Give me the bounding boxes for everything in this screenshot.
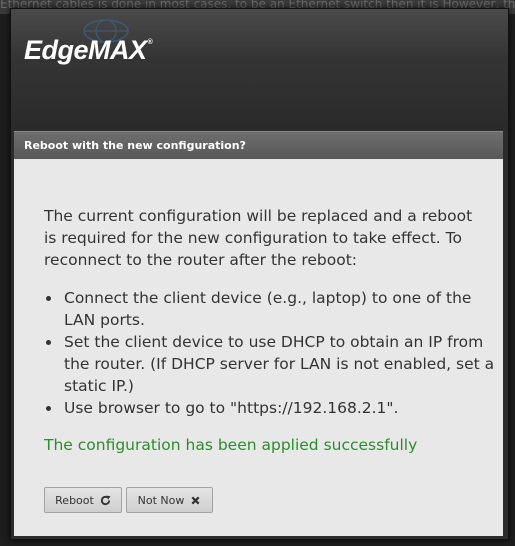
not-now-button[interactable]: Not Now: [126, 487, 213, 513]
list-item: Use browser to go to "https://192.168.2.…: [46, 397, 504, 419]
list-item: Connect the client device (e.g., laptop)…: [46, 287, 504, 331]
edgemax-logo: EdgeMAX®: [24, 35, 153, 66]
reboot-button[interactable]: Reboot: [44, 487, 122, 513]
dialog-message: The current configuration will be replac…: [44, 207, 473, 269]
modal-window: EdgeMAX® Reboot with the new configurati…: [10, 8, 509, 540]
refresh-icon: [100, 494, 111, 505]
modal-header: EdgeMAX®: [11, 9, 508, 130]
reboot-button-label: Reboot: [55, 493, 94, 507]
logo-registered-mark: ®: [147, 39, 153, 46]
dialog-body: The current configuration will be replac…: [14, 159, 503, 536]
reconnect-steps-list: Connect the client device (e.g., laptop)…: [44, 287, 504, 419]
success-status-text: The configuration has been applied succe…: [44, 436, 418, 454]
dialog-title-bar: Reboot with the new configuration?: [14, 131, 503, 159]
close-icon: [191, 496, 200, 504]
logo-text: EdgeMAX: [24, 35, 147, 65]
dialog-title: Reboot with the new configuration?: [24, 139, 246, 152]
not-now-button-label: Not Now: [137, 493, 185, 507]
list-item: Set the client device to use DHCP to obt…: [46, 331, 504, 397]
